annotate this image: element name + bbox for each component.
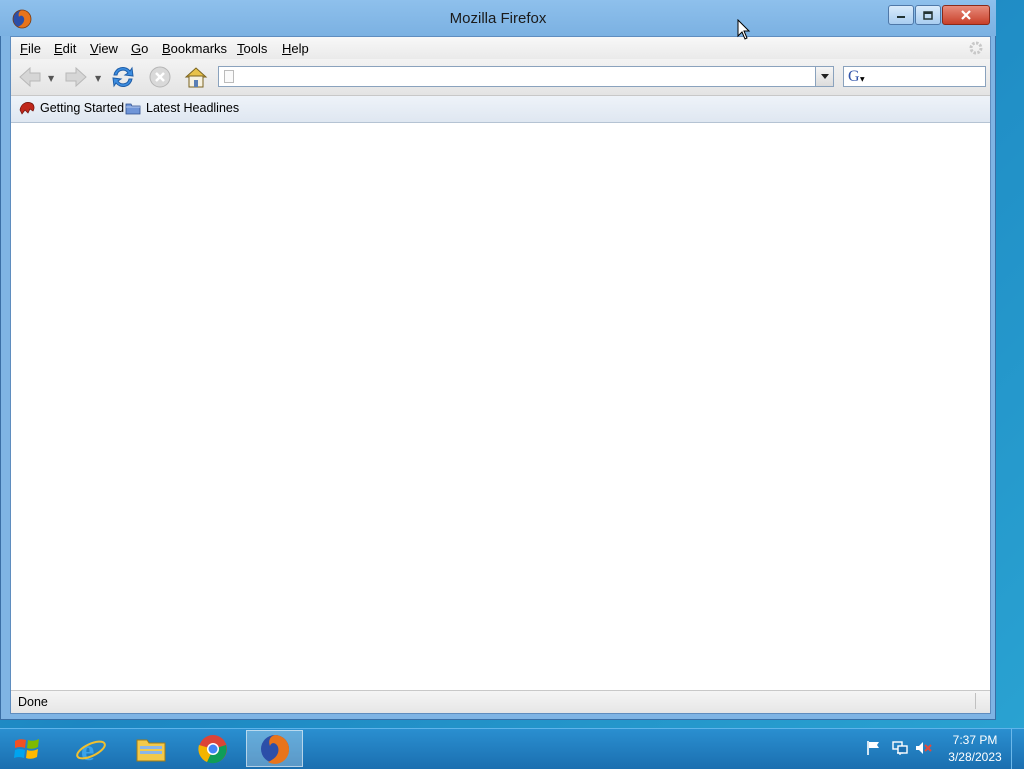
firefox-window: Mozilla Firefox File Edit View Go Bookma… [0, 0, 996, 720]
minimize-icon [897, 16, 905, 18]
menu-help-label: elp [291, 41, 309, 56]
chrome-icon [197, 734, 227, 763]
menu-view-label: iew [98, 41, 118, 56]
firefox-taskbar-icon [260, 734, 289, 764]
menu-go-access-key: G [131, 41, 142, 56]
home-icon[interactable] [183, 64, 209, 90]
browser-client: File Edit View Go Bookmarks Tools Help ▼… [10, 36, 991, 714]
forward-history-chevron-icon[interactable]: ▼ [95, 74, 101, 83]
close-button[interactable] [942, 5, 990, 25]
menu-help[interactable]: Help [282, 41, 309, 56]
menu-edit-access-key: E [54, 41, 63, 56]
search-engine-chevron-icon[interactable]: ▼ [860, 76, 865, 83]
internet-explorer-icon: e [75, 734, 106, 765]
throbber-icon [969, 41, 983, 55]
menu-bar: File Edit View Go Bookmarks Tools Help [11, 37, 990, 59]
bookmark-getting-started-label: Getting Started [40, 101, 125, 115]
status-divider [975, 693, 976, 709]
chevron-down-icon [820, 74, 829, 79]
show-desktop-button[interactable] [1011, 729, 1024, 769]
maximize-button[interactable] [915, 5, 941, 25]
menu-bookmarks[interactable]: Bookmarks [162, 41, 227, 56]
minimize-button[interactable] [888, 5, 914, 25]
forward-arrow-icon[interactable] [63, 64, 89, 90]
menu-bookmarks-label: ookmarks [170, 41, 228, 56]
bookmark-getting-started[interactable]: Getting Started [19, 101, 124, 115]
reload-icon[interactable] [110, 64, 136, 90]
folder-icon [125, 103, 141, 114]
window-title: Mozilla Firefox [449, 10, 547, 27]
firefox-bookmark-icon [19, 102, 35, 115]
volume-muted-icon[interactable] [915, 740, 933, 756]
taskbar-chrome[interactable] [184, 730, 241, 767]
menu-tools-label: ools [243, 41, 268, 56]
action-center-flag-icon[interactable] [866, 740, 882, 756]
network-icon[interactable] [891, 740, 909, 756]
page-content[interactable] [11, 123, 990, 691]
system-clock[interactable]: 7:37 PM 3/28/2023 [940, 732, 1010, 766]
menu-help-access-key: H [282, 41, 292, 56]
start-button[interactable] [0, 729, 54, 769]
stop-icon[interactable] [147, 64, 173, 90]
taskbar: e 7:37 PM 3/28/2023 [0, 728, 1024, 769]
taskbar-file-explorer[interactable] [122, 730, 179, 767]
address-history-dropdown[interactable] [815, 67, 833, 86]
taskbar-internet-explorer[interactable]: e [62, 730, 119, 767]
menu-view[interactable]: View [90, 41, 118, 56]
close-icon [961, 10, 971, 20]
back-history-chevron-icon[interactable]: ▼ [48, 74, 54, 83]
menu-edit[interactable]: Edit [54, 41, 76, 56]
menu-file[interactable]: File [20, 41, 41, 56]
menu-bookmarks-access-key: B [162, 41, 171, 56]
menu-go-label: o [141, 41, 149, 56]
navigation-toolbar: ▼ ▼ G ▼ [11, 59, 990, 96]
status-bar: Done [11, 690, 990, 713]
status-text: Done [18, 695, 48, 709]
file-explorer-icon [136, 739, 165, 761]
bookmarks-toolbar: Getting Started Latest Headlines [11, 96, 990, 123]
search-bar[interactable]: G ▼ [843, 66, 986, 87]
menu-go[interactable]: Go [131, 41, 148, 56]
taskbar-firefox[interactable] [246, 730, 303, 767]
mouse-cursor-icon [737, 19, 751, 40]
clock-time: 7:37 PM [952, 733, 998, 747]
menu-edit-label: dit [62, 41, 77, 56]
title-bar[interactable]: Mozilla Firefox [0, 0, 996, 36]
bookmark-latest-headlines-label: Latest Headlines [146, 101, 240, 115]
clock-date: 3/28/2023 [948, 750, 1002, 764]
bookmark-latest-headlines[interactable]: Latest Headlines [125, 101, 239, 115]
window-controls [888, 5, 990, 25]
restore-icon [923, 10, 933, 20]
windows-logo-icon [14, 739, 39, 759]
google-g-icon[interactable]: G [848, 68, 860, 86]
address-bar[interactable] [218, 66, 834, 87]
menu-tools[interactable]: Tools [237, 41, 267, 56]
back-arrow-icon[interactable] [17, 64, 43, 90]
svg-text:e: e [81, 734, 94, 765]
menu-file-label: ile [27, 41, 41, 56]
page-icon [224, 70, 234, 83]
menu-file-access-key: F [20, 41, 28, 56]
